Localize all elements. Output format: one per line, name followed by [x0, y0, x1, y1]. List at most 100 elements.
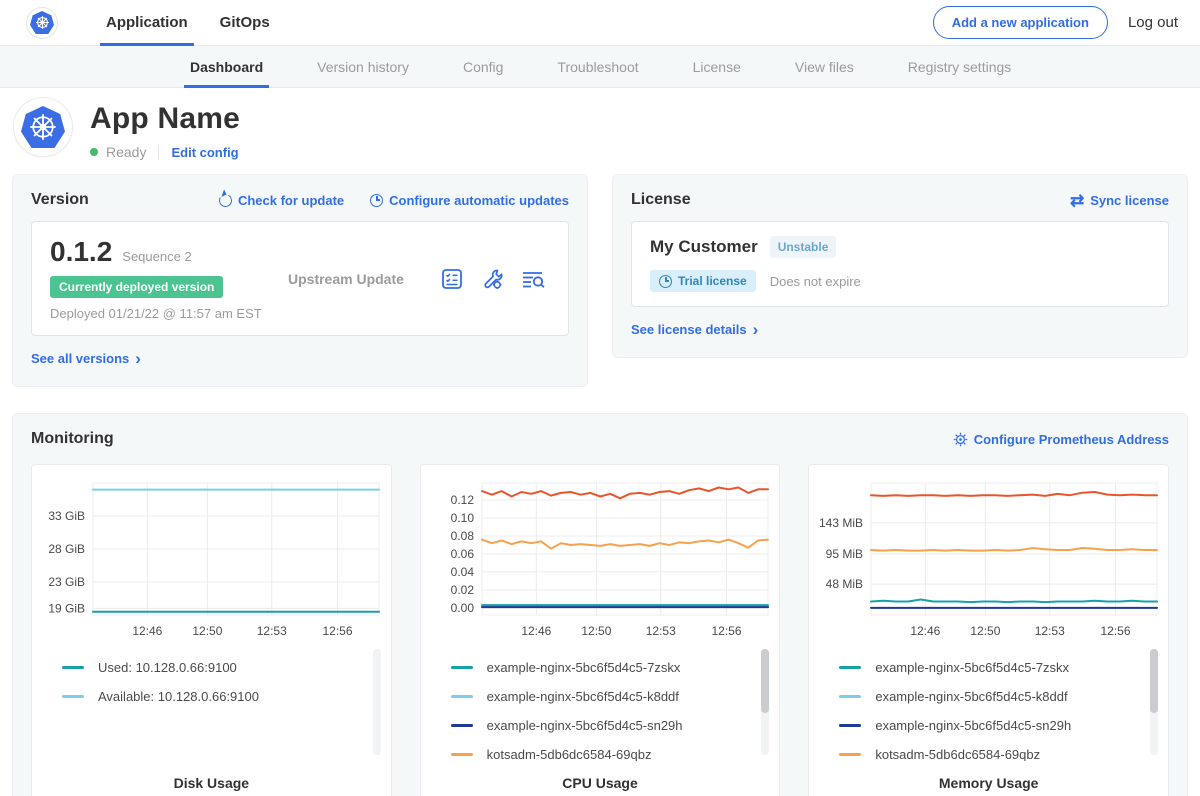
- sync-license-link[interactable]: ⇄ Sync license: [1070, 192, 1169, 209]
- svg-text:12:56: 12:56: [712, 624, 742, 638]
- legend-item: Available: 10.128.0.66:9100: [62, 682, 365, 711]
- kubernetes-logo-icon: [26, 7, 58, 39]
- svg-text:48 MiB: 48 MiB: [825, 577, 862, 591]
- svg-text:12:46: 12:46: [133, 624, 163, 638]
- license-type-badge: Trial license: [650, 270, 756, 292]
- legend-item: Used: 10.128.0.66:9100: [62, 653, 365, 682]
- legend-color-dash: [839, 695, 861, 698]
- legend-item: example-nginx-5bc6f5d4c5-k8ddf: [839, 682, 1142, 711]
- license-box: My Customer Unstable Trial license Does …: [631, 221, 1169, 307]
- schedule-clock-icon: [370, 194, 383, 207]
- app-header: App Name Ready Edit config: [0, 88, 1200, 160]
- legend-color-dash: [451, 666, 473, 669]
- check-for-update-link[interactable]: Check for update: [219, 193, 344, 208]
- svg-text:23 GiB: 23 GiB: [49, 575, 86, 589]
- legend-scrollbar-thumb[interactable]: [1150, 649, 1158, 713]
- svg-text:12:56: 12:56: [1100, 624, 1130, 638]
- subnav-version-history[interactable]: Version history: [299, 46, 427, 87]
- app-logo-icon: [14, 98, 72, 156]
- current-version-box: 0.1.2 Sequence 2 Currently deployed vers…: [31, 221, 569, 336]
- configure-prometheus-link[interactable]: Configure Prometheus Address: [953, 432, 1169, 447]
- subnav-config[interactable]: Config: [445, 46, 521, 87]
- svg-text:0.06: 0.06: [451, 547, 475, 561]
- cpu-usage-chart-card: 0.000.020.040.060.080.100.1212:4612:5012…: [420, 464, 781, 796]
- license-expiry: Does not expire: [770, 274, 861, 289]
- disk-usage-chart-card: 19 GiB23 GiB28 GiB33 GiB12:4612:5012:531…: [31, 464, 392, 796]
- helm-wheel-icon: [35, 15, 50, 30]
- see-license-details-link[interactable]: See license details ›: [631, 321, 758, 338]
- top-nav: Application GitOps Add a new application…: [0, 0, 1200, 46]
- legend-color-dash: [451, 695, 473, 698]
- gear-icon: [953, 432, 968, 447]
- legend-item: example-nginx-5bc6f5d4c5-sn29h: [451, 711, 754, 740]
- svg-text:28 GiB: 28 GiB: [49, 542, 86, 556]
- svg-text:143 MiB: 143 MiB: [819, 516, 863, 530]
- subnav-license[interactable]: License: [675, 46, 759, 87]
- refresh-icon: [217, 192, 233, 208]
- legend-color-dash: [451, 753, 473, 756]
- svg-text:12:53: 12:53: [257, 624, 287, 638]
- status-badge: Ready: [106, 144, 146, 160]
- svg-text:95 MiB: 95 MiB: [825, 547, 862, 561]
- chart-title: Disk Usage: [32, 761, 391, 796]
- chevron-right-icon: ›: [753, 321, 759, 338]
- license-card-title: License: [631, 191, 691, 209]
- legend-item: kotsadm-5db6dc6584-69qbz: [451, 740, 754, 761]
- legend-item: kotsadm-5db6dc6584-69qbz: [839, 740, 1142, 761]
- legend-color-dash: [451, 724, 473, 727]
- svg-text:19 GiB: 19 GiB: [49, 601, 86, 615]
- app-sub-nav: Dashboard Version history Config Trouble…: [0, 46, 1200, 88]
- version-card: Version Check for update Configure autom…: [12, 174, 588, 387]
- chevron-right-icon: ›: [135, 350, 141, 367]
- legend-color-dash: [839, 753, 861, 756]
- legend-item: example-nginx-5bc6f5d4c5-sn29h: [839, 711, 1142, 740]
- version-card-title: Version: [31, 191, 89, 209]
- sync-arrows-icon: ⇄: [1070, 192, 1084, 209]
- divider: [158, 145, 159, 160]
- tab-gitops[interactable]: GitOps: [204, 0, 286, 45]
- tab-application[interactable]: Application: [90, 0, 204, 45]
- legend-color-dash: [62, 695, 84, 698]
- monitoring-title: Monitoring: [31, 430, 114, 448]
- add-new-application-button[interactable]: Add a new application: [933, 6, 1108, 39]
- legend-item: example-nginx-5bc6f5d4c5-7zskx: [451, 653, 754, 682]
- legend-scrollbar-thumb[interactable]: [761, 649, 769, 713]
- subnav-registry-settings[interactable]: Registry settings: [890, 46, 1029, 87]
- memory-usage-chart: 48 MiB95 MiB143 MiB12:4612:5012:5312:56: [813, 473, 1165, 643]
- edit-config-link[interactable]: Edit config: [171, 145, 238, 160]
- svg-text:0.00: 0.00: [451, 601, 475, 615]
- cpu-usage-legend: example-nginx-5bc6f5d4c5-7zskx example-ng…: [421, 643, 780, 761]
- version-sequence: Sequence 2: [122, 249, 191, 264]
- legend-item: example-nginx-5bc6f5d4c5-7zskx: [839, 653, 1142, 682]
- currently-deployed-badge: Currently deployed version: [50, 276, 223, 298]
- logout-link[interactable]: Log out: [1128, 14, 1178, 31]
- cpu-usage-chart: 0.000.020.040.060.080.100.1212:4612:5012…: [424, 473, 776, 643]
- svg-text:12:53: 12:53: [646, 624, 676, 638]
- helm-wheel-icon: [28, 112, 58, 142]
- legend-color-dash: [62, 666, 84, 669]
- upstream-update-label: Upstream Update: [278, 271, 440, 287]
- subnav-dashboard[interactable]: Dashboard: [172, 46, 281, 87]
- configure-automatic-updates-link[interactable]: Configure automatic updates: [370, 193, 569, 208]
- svg-text:12:56: 12:56: [323, 624, 353, 638]
- see-all-versions-link[interactable]: See all versions ›: [31, 350, 141, 367]
- subnav-view-files[interactable]: View files: [777, 46, 872, 87]
- checklist-icon[interactable]: [440, 267, 464, 291]
- legend-scrollbar-track: [1150, 649, 1158, 755]
- monitoring-section: Monitoring Configure Prometheus Address: [12, 413, 1188, 796]
- disk-usage-legend: Used: 10.128.0.66:9100Available: 10.128.…: [32, 643, 391, 761]
- svg-text:12:50: 12:50: [581, 624, 611, 638]
- status-dot: [90, 148, 98, 156]
- log-search-icon[interactable]: [520, 267, 546, 291]
- trial-clock-icon: [659, 275, 672, 288]
- subnav-troubleshoot[interactable]: Troubleshoot: [539, 46, 656, 87]
- page-title: App Name: [90, 102, 240, 136]
- chart-title: Memory Usage: [809, 761, 1168, 796]
- legend-color-dash: [839, 666, 861, 669]
- svg-text:0.04: 0.04: [451, 565, 475, 579]
- wrench-gear-icon[interactable]: [480, 267, 504, 291]
- deployed-timestamp: Deployed 01/21/22 @ 11:57 am EST: [50, 306, 278, 321]
- version-number: 0.1.2: [50, 236, 112, 268]
- svg-text:0.10: 0.10: [451, 511, 475, 525]
- legend-scrollbar-track: [761, 649, 769, 755]
